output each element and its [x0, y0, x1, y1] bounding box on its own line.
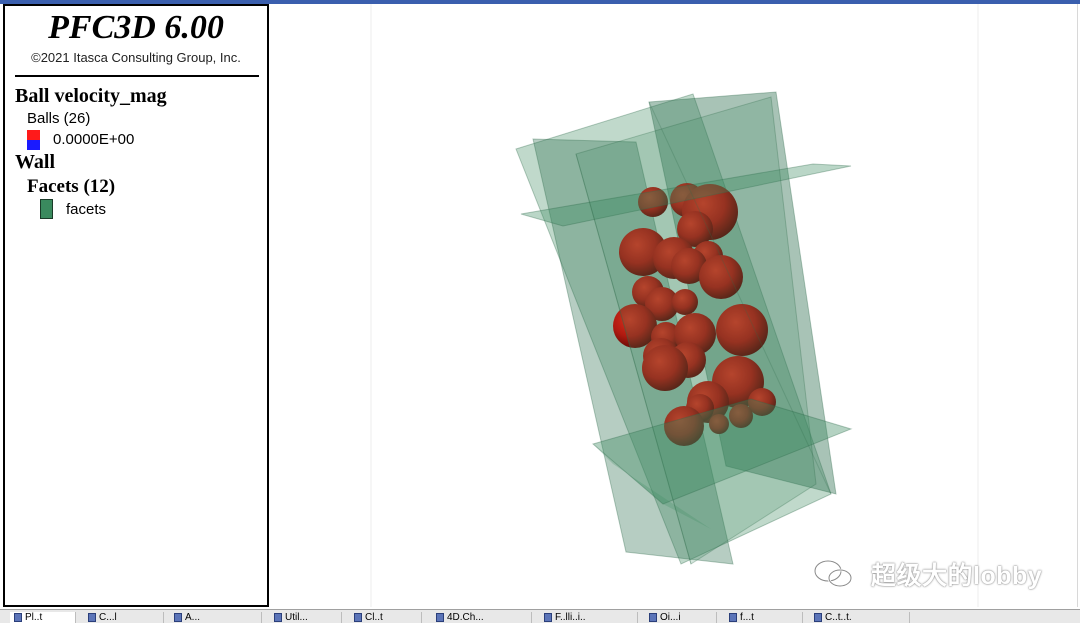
watermark-text: 超级大的lobby: [871, 562, 1043, 590]
wechat-icon: [813, 559, 853, 588]
tab-cl[interactable]: Cl..t: [350, 612, 422, 623]
copyright-text: ©2021 Itasca Consulting Group, Inc.: [31, 50, 241, 65]
document-icon: [649, 613, 657, 622]
legend-panel: PFC3D 6.00 ©2021 Itasca Consulting Group…: [3, 4, 269, 607]
tab-4d-chart[interactable]: 4D.Ch...: [432, 612, 532, 623]
facets-label: facets: [66, 201, 107, 218]
tab-f[interactable]: F..lli..i..: [540, 612, 638, 623]
document-icon: [354, 613, 362, 622]
app-title: PFC3D 6.00: [48, 9, 224, 46]
document-icon: [174, 613, 182, 622]
tab-c[interactable]: C..t..t.: [810, 612, 910, 623]
document-icon: [274, 613, 282, 622]
document-icon: [544, 613, 552, 622]
tab-oi[interactable]: Oi...i: [645, 612, 717, 623]
velocity-value: 0.0000E+00: [53, 131, 135, 148]
ball-velocity-heading: Ball velocity_mag: [15, 85, 167, 107]
document-icon: [88, 613, 96, 622]
balls-count-label: Balls (26): [27, 110, 91, 127]
document-icon: [729, 613, 737, 622]
legend-divider: [15, 75, 259, 77]
tab-f2[interactable]: f...t: [725, 612, 803, 623]
pfc3d-window: PFC3D 6.00 ©2021 Itasca Consulting Group…: [0, 0, 1080, 623]
document-icon: [814, 613, 822, 622]
facet-color-swatch: [40, 199, 53, 219]
wall-heading: Wall: [15, 151, 56, 173]
model-render: [370, 4, 979, 607]
tab-console[interactable]: C...l: [84, 612, 164, 623]
document-icon: [436, 613, 444, 622]
tab-plot[interactable]: Pl..t: [10, 612, 76, 623]
bottom-tab-bar: Pl..t C...l A... Util... Cl..t 4D.Ch... …: [0, 609, 1080, 623]
tab-utility[interactable]: Util...: [270, 612, 342, 623]
facets-heading: Facets (12): [27, 176, 116, 197]
velocity-color-swatch: [27, 130, 40, 150]
tab-a[interactable]: A...: [170, 612, 262, 623]
model-viewport[interactable]: 超级大的lobby: [271, 4, 1078, 607]
document-icon: [14, 613, 22, 622]
